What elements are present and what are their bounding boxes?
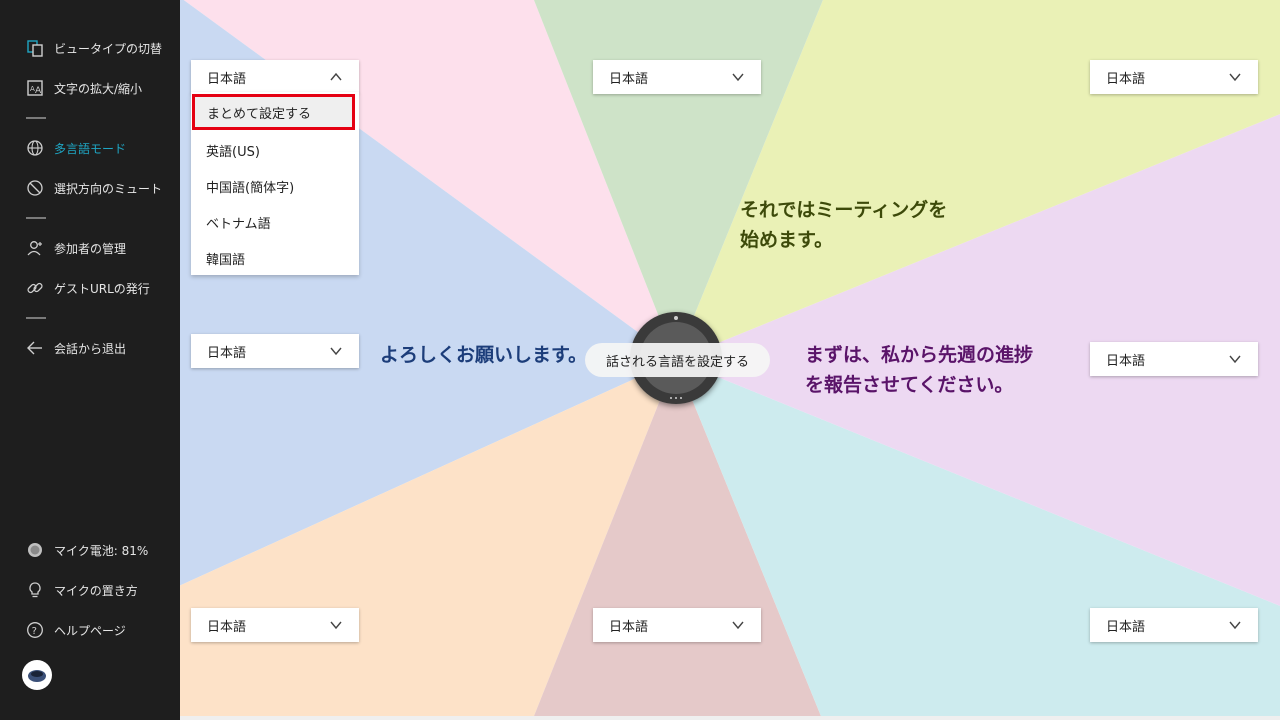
utterance-top-right: それではミーティングを 始めます。 [740,195,947,255]
device-avatar-icon [28,670,46,682]
sidebar-item-view-switch[interactable]: ビュータイプの切替 [26,36,162,60]
sidebar-item-label: 参加者の管理 [54,241,127,256]
sidebar-item-label: マイクの置き方 [54,583,138,598]
utterance-right: まずは、私から先週の進捗 を報告させてください。 [805,340,1033,400]
text-size-icon: AA [26,79,44,97]
sidebar-item-label: ヘルプページ [54,623,126,638]
chevron-down-icon [732,73,744,82]
sidebar-divider [26,317,46,319]
language-dropdown-menu: まとめて設定する 英語(US) 中国語(簡体字) ベトナム語 韓国語 [191,92,359,275]
sidebar-item-participants[interactable]: 参加者の管理 [26,236,126,260]
utterance-line: まずは、私から先週の進捗 [805,344,1034,366]
language-select-value: 日本語 [207,619,247,635]
sidebar-divider [26,117,46,119]
chevron-down-icon [330,621,342,630]
sidebar-item-text-size[interactable]: AA 文字の拡大/縮小 [26,76,142,100]
sidebar-divider [26,217,46,219]
arrow-left-icon [26,339,44,357]
dropdown-option-korean[interactable]: 韓国語 [191,240,359,276]
speaker-leds [670,397,682,400]
battery-label: マイク電池: 81% [54,543,149,558]
language-select-top-center[interactable]: 日本語 [593,60,761,94]
language-select-value: 日本語 [1106,353,1146,369]
sidebar: ビュータイプの切替 AA 文字の拡大/縮小 多言語モード 選択方向のミュート 参… [0,0,180,720]
chevron-down-icon [1229,73,1241,82]
language-select-bottom-center[interactable]: 日本語 [593,608,761,642]
sidebar-item-label: 文字の拡大/縮小 [54,81,143,96]
language-select-value: 日本語 [207,71,247,87]
utterance-line: を報告させてください。 [805,374,1014,396]
sidebar-item-help[interactable]: ? ヘルプページ [26,618,126,642]
language-select-value: 日本語 [1106,619,1146,635]
language-select-value: 日本語 [609,71,649,87]
svg-text:?: ? [32,626,37,637]
language-select-value: 日本語 [207,345,247,361]
dropdown-option-set-all[interactable]: まとめて設定する [192,94,355,130]
utterance-left: よろしくお願いします。 [380,344,588,366]
language-select-left[interactable]: 日本語 [191,334,359,368]
language-select-top-left[interactable]: 日本語 [191,60,359,94]
sidebar-item-label: ゲストURLの発行 [54,281,150,296]
dropdown-option-english-us[interactable]: 英語(US) [191,132,359,168]
language-select-top-right[interactable]: 日本語 [1090,60,1258,94]
sidebar-item-multilingual-mode[interactable]: 多言語モード [26,136,126,160]
speaker-indicator [674,316,678,320]
sidebar-item-mute-direction[interactable]: 選択方向のミュート [26,176,162,200]
mic-battery-status: マイク電池: 81% [26,538,148,562]
sidebar-item-label: 会話から退出 [54,341,127,356]
sidebar-item-label: ビュータイプの切替 [54,41,163,56]
globe-icon [26,139,44,157]
help-icon: ? [26,621,44,639]
mic-battery-icon [26,541,44,559]
language-select-value: 日本語 [1106,71,1146,87]
dropdown-option-vietnamese[interactable]: ベトナム語 [191,204,359,240]
utterance-line: 始めます。 [740,229,834,251]
svg-text:A: A [35,86,42,96]
chevron-down-icon [1229,621,1241,630]
mute-direction-icon [26,179,44,197]
language-select-bottom-right[interactable]: 日本語 [1090,608,1258,642]
sidebar-item-guest-url[interactable]: ゲストURLの発行 [26,276,150,300]
set-language-tooltip: 話される言語を設定する [585,343,770,377]
chevron-down-icon [330,347,342,356]
chevron-down-icon [732,621,744,630]
view-switch-icon [26,39,44,57]
chevron-up-icon [330,72,342,81]
utterance-line: それではミーティングを [740,199,948,221]
lightbulb-icon [26,581,44,599]
language-select-right[interactable]: 日本語 [1090,342,1258,376]
dropdown-option-chinese-simplified[interactable]: 中国語(簡体字) [191,168,359,204]
avatar[interactable] [22,660,52,690]
link-icon [26,279,44,297]
sidebar-item-mic-placement[interactable]: マイクの置き方 [26,578,138,602]
language-select-bottom-left[interactable]: 日本語 [191,608,359,642]
language-select-value: 日本語 [609,619,649,635]
sidebar-item-label: 多言語モード [54,141,127,156]
person-icon [26,239,44,257]
chevron-down-icon [1229,355,1241,364]
sidebar-item-label: 選択方向のミュート [54,181,163,196]
sidebar-item-leave[interactable]: 会話から退出 [26,336,126,360]
bottom-strip [180,716,1280,720]
